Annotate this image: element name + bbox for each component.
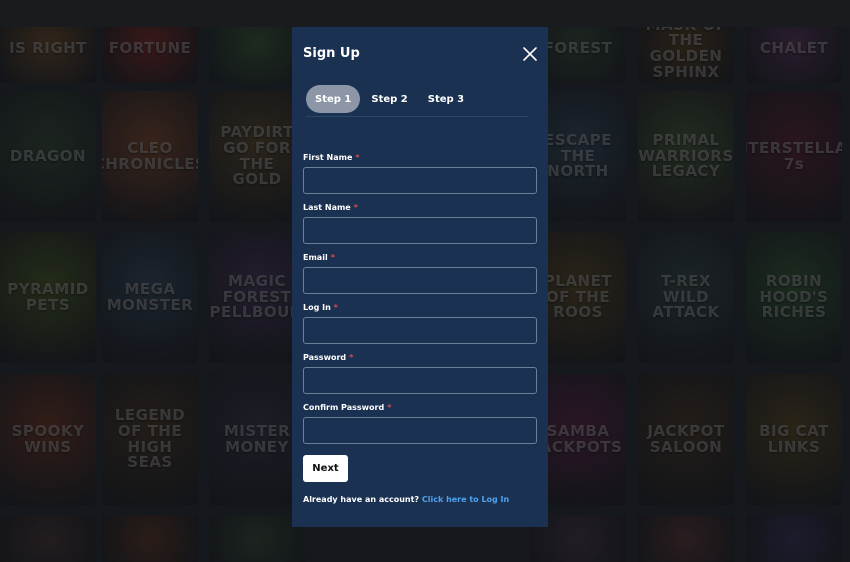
last-name-label: Last Name * (303, 203, 358, 212)
tab-step-2[interactable]: Step 2 (362, 85, 416, 113)
last-name-field[interactable] (303, 217, 537, 244)
first-name-field[interactable] (303, 167, 537, 194)
steps-divider (306, 116, 528, 117)
first-name-label: First Name * (303, 153, 360, 162)
password-label: Password * (303, 353, 354, 362)
email-label: Email * (303, 253, 335, 262)
tab-step-3[interactable]: Step 3 (419, 85, 473, 113)
login-link[interactable]: Click here to Log In (422, 495, 509, 504)
email-field[interactable] (303, 267, 537, 294)
login-prompt: Already have an account? Click here to L… (303, 495, 509, 504)
step-tabs: Step 1 Step 2 Step 3 (306, 85, 475, 113)
password-field[interactable] (303, 367, 537, 394)
modal-title: Sign Up (303, 46, 360, 61)
login-label: Log In * (303, 303, 338, 312)
login-prompt-text: Already have an account? (303, 495, 420, 504)
confirm-password-field[interactable] (303, 417, 537, 444)
login-field[interactable] (303, 317, 537, 344)
confirm-password-label: Confirm Password * (303, 403, 392, 412)
signup-modal: Sign Up Step 1 Step 2 Step 3 First Name *… (292, 27, 548, 527)
next-button[interactable]: Next (303, 455, 348, 482)
close-icon[interactable] (522, 46, 538, 62)
tab-step-1[interactable]: Step 1 (306, 85, 361, 113)
